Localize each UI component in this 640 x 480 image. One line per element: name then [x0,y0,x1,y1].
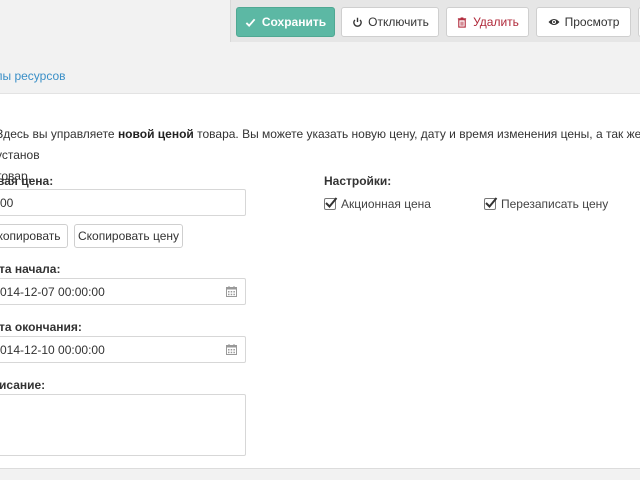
promo-price-label: Акционная цена [341,197,431,211]
calendar-icon[interactable] [226,286,237,297]
overwrite-price-checkbox[interactable]: Перезаписать цену [484,197,608,211]
save-button-label: Сохранить [261,15,327,29]
new-price-value: 00 [0,195,14,210]
overwrite-price-label: Перезаписать цену [501,197,609,211]
promo-price-checkbox[interactable]: Акционная цена [324,197,431,211]
end-date-input[interactable]: 014-12-10 00:00:00 [0,336,246,363]
new-price-label: вая цена: [0,174,54,188]
start-date-input[interactable]: 014-12-07 00:00:00 [0,278,246,305]
end-date-value: 014-12-10 00:00:00 [0,342,105,357]
trash-icon [456,16,468,28]
preview-button[interactable]: Просмотр [536,7,631,37]
eye-icon [548,16,560,28]
start-date-label: та начала: [0,262,61,276]
breadcrumb-link[interactable]: пы ресурсов [0,69,66,83]
start-date-value: 014-12-07 00:00:00 [0,284,105,299]
disable-button-label: Отключить [368,15,429,29]
disable-button[interactable]: Отключить [341,7,439,37]
intro-text: Здесь вы управляете новой ценой товара. … [0,124,640,187]
checkbox-checked-icon[interactable] [484,197,498,210]
settings-label: Настройки: [324,174,392,188]
preview-button-label: Просмотр [564,15,620,29]
copy-price-button[interactable]: Скопировать цену [74,224,183,248]
new-price-input[interactable]: 00 [0,189,246,216]
intro-line-1: Здесь вы управляете новой ценой товара. … [0,127,640,162]
delete-button[interactable]: Удалить [446,7,529,37]
description-label: исание: [0,378,46,392]
check-icon [245,16,257,28]
calendar-icon[interactable] [226,344,237,355]
copy-button[interactable]: копировать [0,224,68,248]
power-icon [351,16,363,28]
description-textarea[interactable] [0,394,246,456]
end-date-label: та окончания: [0,320,82,334]
checkbox-checked-icon[interactable] [324,197,338,210]
delete-button-label: Удалить [473,15,519,29]
intro-line-2: товар. [0,169,31,183]
save-button[interactable]: Сохранить [236,7,335,37]
